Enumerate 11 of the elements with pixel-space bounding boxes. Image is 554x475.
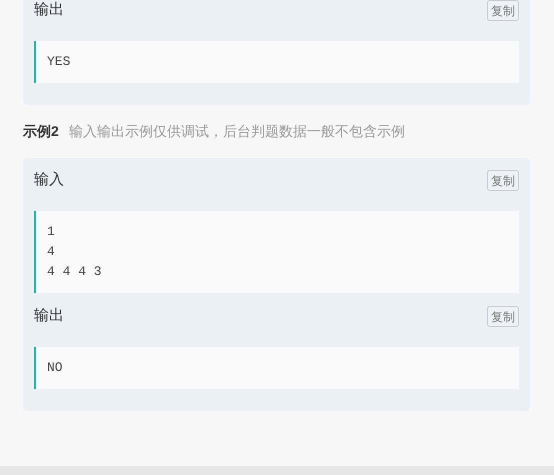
copy-button[interactable]: 复制	[487, 0, 519, 21]
code-block: NO	[34, 347, 519, 389]
copy-button[interactable]: 复制	[487, 170, 519, 191]
example-title: 示例2	[23, 122, 59, 141]
section-label: 输出	[34, 306, 64, 326]
section-label: 输入	[34, 170, 64, 190]
code-block: YES	[34, 41, 519, 83]
code-block: 1 4 4 4 4 3	[34, 211, 519, 293]
example-note: 输入输出示例仅供调试，后台判题数据一般不包含示例	[68, 122, 405, 141]
copy-button[interactable]: 复制	[487, 306, 519, 327]
section-label: 输出	[34, 0, 64, 20]
